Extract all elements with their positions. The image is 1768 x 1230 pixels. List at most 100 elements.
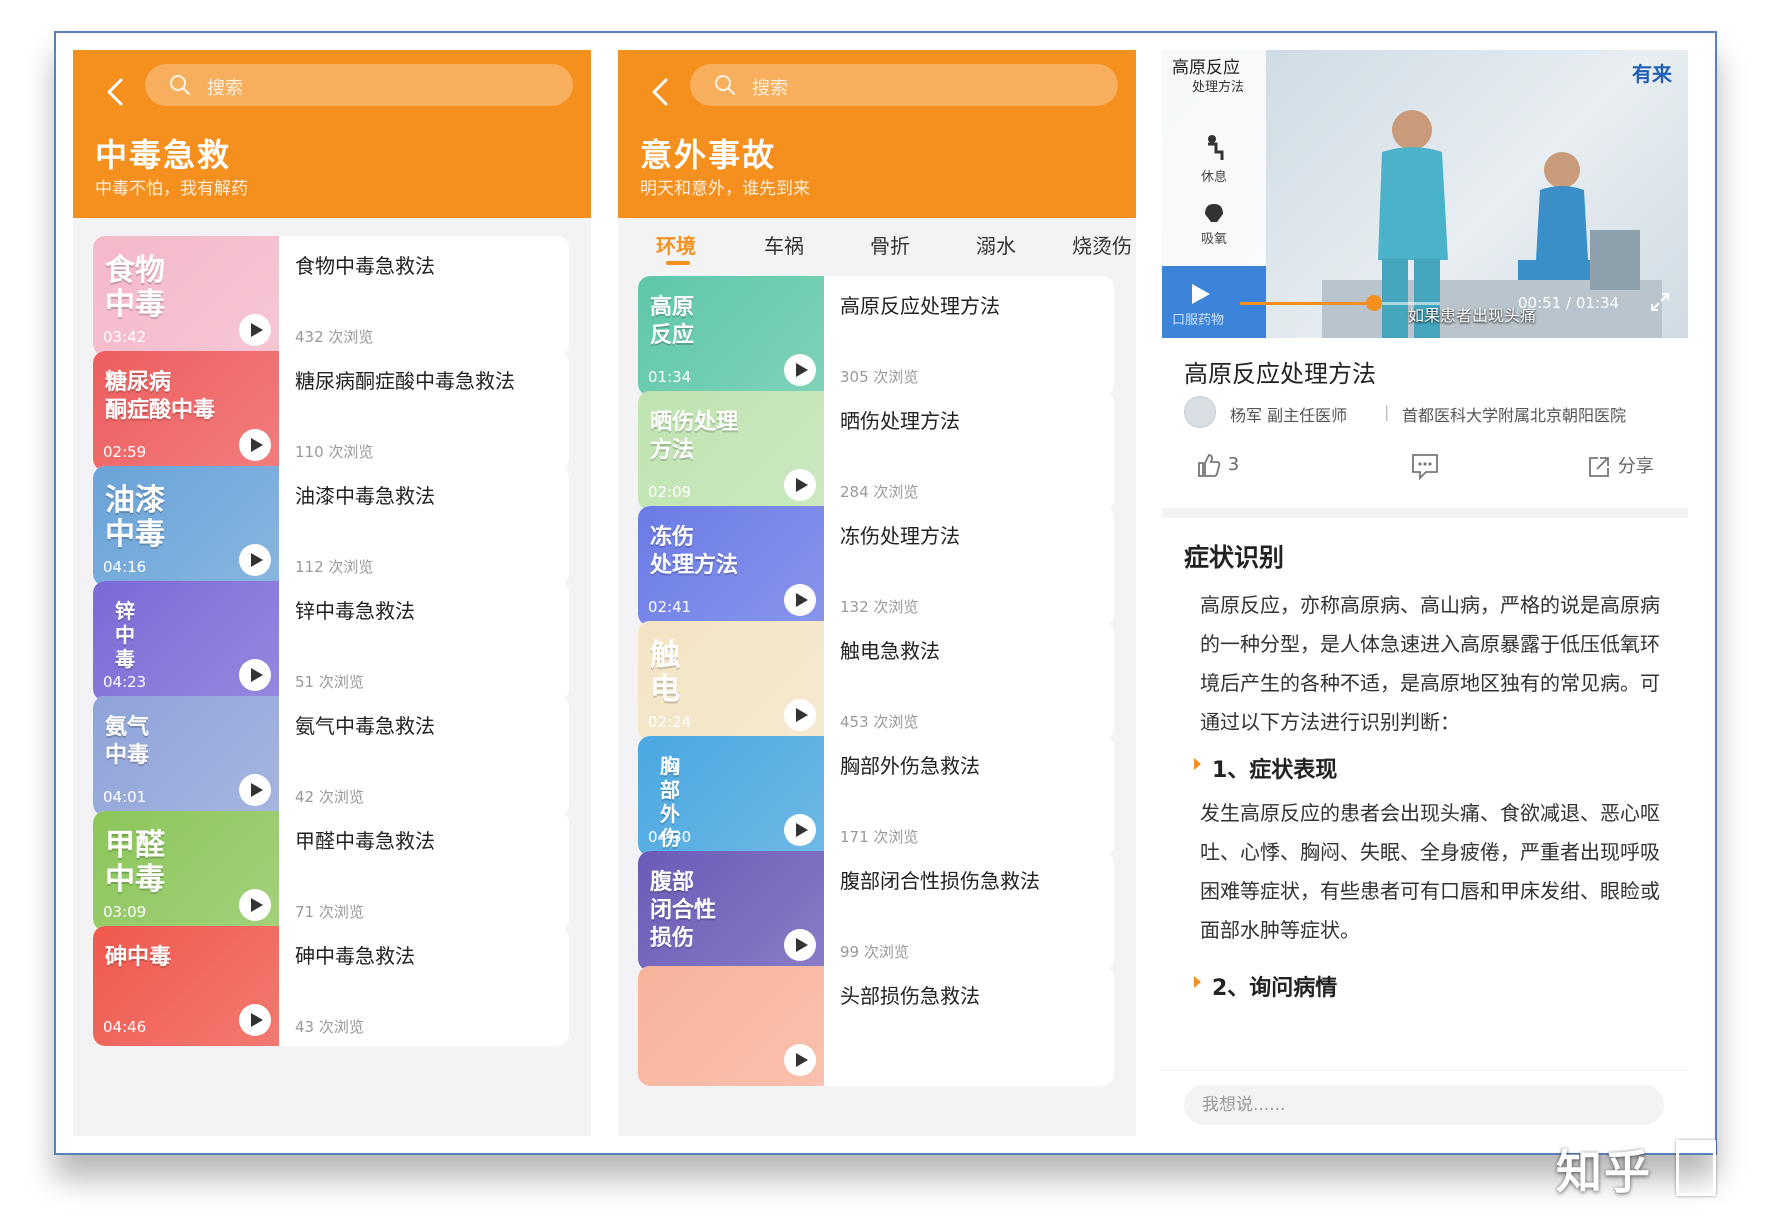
tab-fracture[interactable]: 骨折 (870, 230, 910, 259)
video-thumbnail[interactable]: 冻伤 处理方法 02:41 (638, 506, 824, 626)
search-placeholder: 搜索 (752, 78, 788, 99)
play-icon[interactable] (239, 1004, 271, 1036)
video-duration: 04:46 (103, 1018, 147, 1036)
thumbnail-caption: 锌 中 毒 (115, 599, 135, 671)
video-duration: 04:16 (103, 558, 147, 576)
video-title: 晒伤处理方法 (840, 409, 960, 433)
video-thumbnail[interactable]: 晒伤处理 方法 02:09 (638, 391, 824, 511)
comment-icon[interactable] (1410, 452, 1440, 480)
thumbnail-caption: 晒伤处理 方法 (650, 410, 739, 463)
view-count: 43 次浏览 (295, 1018, 364, 1036)
view-count: 305 次浏览 (840, 368, 919, 386)
view-count: 51 次浏览 (295, 673, 364, 691)
chapter-oxygen[interactable]: 吸氧 (1162, 200, 1266, 247)
comment-input[interactable]: 我想说...... (1184, 1085, 1664, 1125)
play-icon[interactable] (784, 814, 816, 846)
video-thumbnail[interactable]: 油漆 中毒 04:16 (93, 466, 279, 586)
search-input[interactable]: 搜索 (145, 64, 573, 106)
video-thumbnail[interactable]: 甲醛 中毒 03:09 (93, 811, 279, 931)
progress-handle[interactable] (1366, 295, 1382, 311)
view-count: 112 次浏览 (295, 558, 374, 576)
video-duration: 02:59 (103, 443, 147, 461)
tab-car-accident[interactable]: 车祸 (764, 230, 804, 259)
video-card[interactable]: 头部损伤急救法 (638, 966, 1114, 1086)
video-card[interactable]: 糖尿病 酮症酸中毒 02:59 糖尿病酮症酸中毒急救法 110 次浏览 (93, 351, 569, 471)
comment-bar: 我想说...... (1162, 1070, 1688, 1136)
play-icon[interactable] (784, 929, 816, 961)
page-title: 中毒急救 (95, 136, 232, 174)
tab-environment[interactable]: 环境 (656, 230, 696, 259)
video-title: 腹部闭合性损伤急救法 (840, 869, 1040, 893)
like-button[interactable]: 3 (1196, 452, 1239, 478)
fullscreen-icon[interactable] (1648, 290, 1672, 314)
thumbnail-caption: 腹部 闭合性 损伤 (650, 870, 717, 951)
play-icon[interactable] (784, 1044, 816, 1076)
video-thumbnail[interactable]: 腹部 闭合性 损伤 (638, 851, 824, 971)
video-chapter-sidebar: 高原反应 处理方法 休息 吸氧 口服药物 (1162, 50, 1266, 338)
page-subtitle: 明天和意外，谁先到来 (640, 179, 810, 199)
video-card[interactable]: 锌 中 毒 04:23 锌中毒急救法 51 次浏览 (93, 581, 569, 701)
video-thumbnail[interactable]: 食物 中毒 03:42 (93, 236, 279, 356)
video-title: 食物中毒急救法 (295, 254, 435, 278)
video-thumbnail[interactable]: 胸 部 外 伤 04:30 (638, 736, 824, 856)
video-card[interactable]: 砷中毒 04:46 砷中毒急救法 43 次浏览 (93, 926, 569, 1046)
accident-panel: 搜索 意外事故 明天和意外，谁先到来 环境 车祸 骨折 溺水 烧烫伤 高原 反应… (618, 50, 1136, 1136)
video-title: 高原反应处理方法 (840, 294, 1000, 318)
video-thumbnail[interactable]: 触 电 02:24 (638, 621, 824, 741)
back-arrow-icon[interactable] (644, 74, 680, 110)
video-card[interactable]: 油漆 中毒 04:16 油漆中毒急救法 112 次浏览 (93, 466, 569, 586)
play-icon[interactable] (239, 544, 271, 576)
play-icon[interactable] (784, 584, 816, 616)
video-thumbnail[interactable]: 氨气 中毒 04:01 (93, 696, 279, 816)
video-card[interactable]: 胸 部 外 伤 04:30 胸部外伤急救法 171 次浏览 (638, 736, 1114, 856)
author-name: 杨军 副主任医师 (1230, 406, 1348, 425)
thumbnail-caption: 糖尿病 酮症酸中毒 (105, 370, 216, 423)
play-icon[interactable] (784, 354, 816, 386)
chapter-rest[interactable]: 休息 (1162, 134, 1266, 185)
play-icon[interactable] (784, 469, 816, 501)
video-title: 甲醛中毒急救法 (295, 829, 435, 853)
panel-header: 搜索 意外事故 明天和意外，谁先到来 (618, 50, 1136, 218)
video-card[interactable]: 高原 反应 01:34 高原反应处理方法 305 次浏览 (638, 276, 1114, 396)
video-thumbnail[interactable] (638, 966, 824, 1086)
panel-header: 搜索 中毒急救 中毒不怕，我有解药 (73, 50, 591, 218)
video-card[interactable]: 晒伤处理 方法 02:09 晒伤处理方法 284 次浏览 (638, 391, 1114, 511)
video-card[interactable]: 冻伤 处理方法 02:41 冻伤处理方法 132 次浏览 (638, 506, 1114, 626)
section-title: 症状识别 (1184, 538, 1285, 574)
view-count: 284 次浏览 (840, 483, 919, 501)
tab-drowning[interactable]: 溺水 (976, 230, 1016, 259)
page-title: 意外事故 (640, 136, 777, 174)
progress-fill (1240, 302, 1374, 305)
tab-burns[interactable]: 烧烫伤 (1072, 230, 1132, 259)
thumbs-up-icon (1198, 454, 1221, 477)
video-card[interactable]: 甲醛 中毒 03:09 甲醛中毒急救法 71 次浏览 (93, 811, 569, 931)
video-thumbnail[interactable]: 锌 中 毒 04:23 (93, 581, 279, 701)
thumbnail-caption: 高原 反应 (650, 295, 695, 348)
video-duration: 01:34 (648, 368, 692, 386)
active-tab-indicator (666, 261, 690, 265)
search-input[interactable]: 搜索 (690, 64, 1118, 106)
back-arrow-icon[interactable] (99, 74, 135, 110)
video-card[interactable]: 食物 中毒 03:42 食物中毒急救法 432 次浏览 (93, 236, 569, 356)
video-card[interactable]: 氨气 中毒 04:01 氨气中毒急救法 42 次浏览 (93, 696, 569, 816)
video-thumbnail[interactable]: 砷中毒 04:46 (93, 926, 279, 1046)
play-icon[interactable] (239, 774, 271, 806)
play-icon[interactable] (239, 429, 271, 461)
video-player[interactable]: 高原反应 处理方法 休息 吸氧 口服药物 有来 如果患者出现头痛 00:51 /… (1162, 50, 1688, 338)
oxygen-icon (1205, 204, 1223, 222)
play-icon[interactable] (239, 889, 271, 921)
play-icon[interactable] (239, 659, 271, 691)
video-duration: 03:09 (103, 903, 147, 921)
play-icon[interactable] (784, 699, 816, 731)
video-thumbnail[interactable]: 高原 反应 01:34 (638, 276, 824, 396)
video-card[interactable]: 腹部 闭合性 损伤 腹部闭合性损伤急救法 99 次浏览 (638, 851, 1114, 971)
subsection-symptoms: 1、症状表现 (1193, 752, 1337, 784)
video-thumbnail[interactable]: 糖尿病 酮症酸中毒 02:59 (93, 351, 279, 471)
video-title: 砷中毒急救法 (295, 944, 415, 968)
category-tabs: 环境 车祸 骨折 溺水 烧烫伤 (618, 218, 1136, 270)
share-button[interactable]: 分享 (1586, 452, 1654, 480)
play-icon[interactable] (1190, 282, 1212, 306)
play-icon[interactable] (239, 314, 271, 346)
symptoms-paragraph: 发生高原反应的患者会出现头痛、食欲减退、恶心呕吐、心悸、胸闷、失眠、全身疲倦，严… (1200, 801, 1660, 942)
video-card[interactable]: 触 电 02:24 触电急救法 453 次浏览 (638, 621, 1114, 741)
